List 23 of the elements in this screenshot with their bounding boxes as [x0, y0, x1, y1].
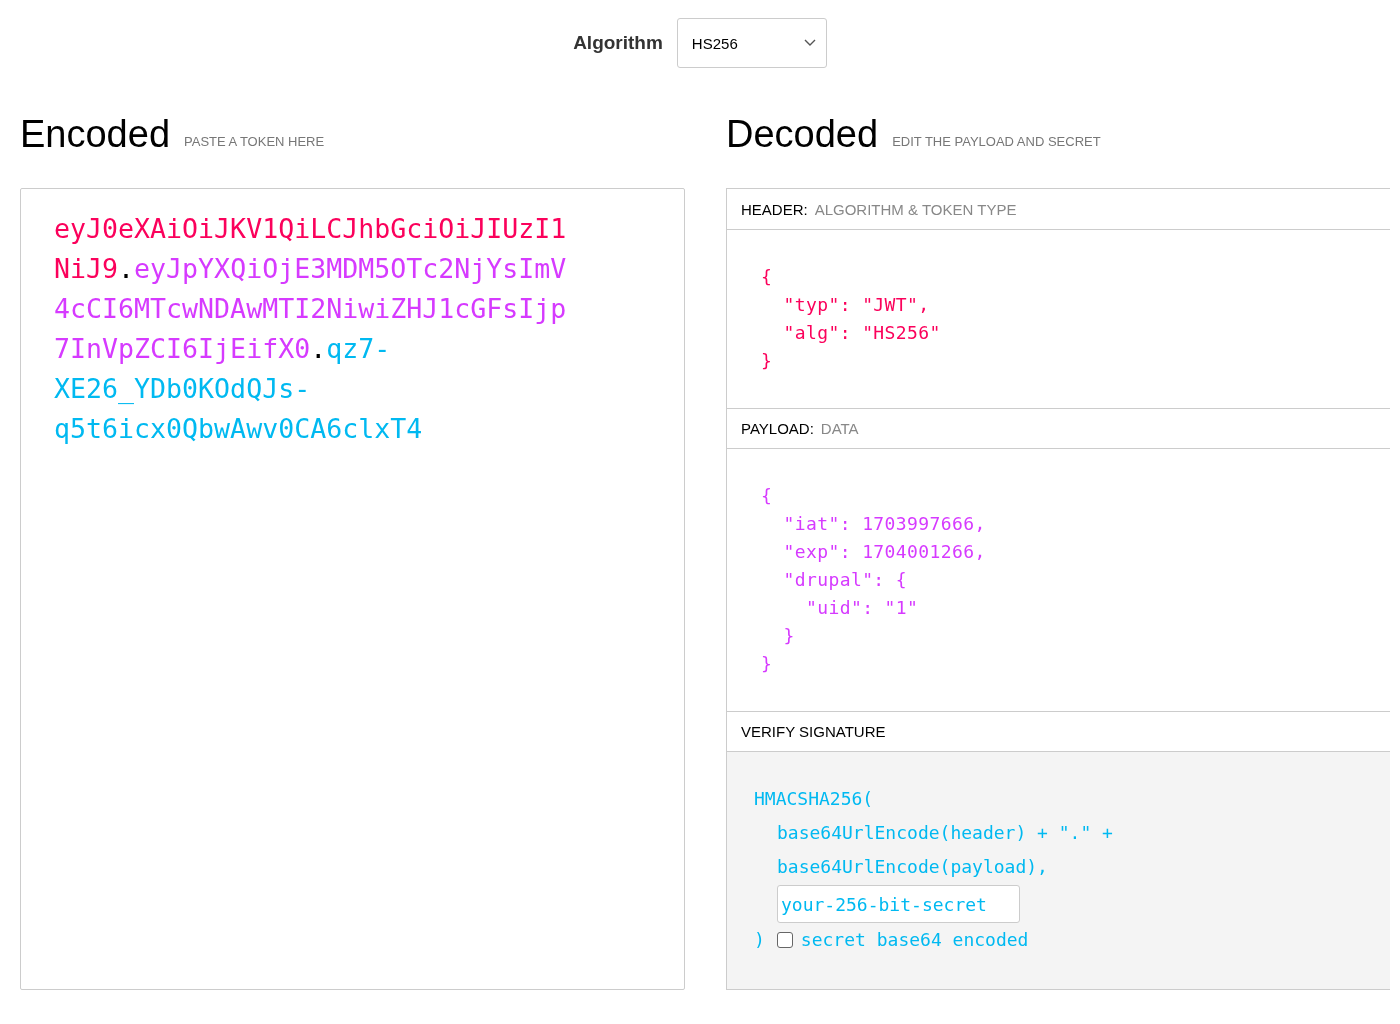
signature-code-line: base64UrlEncode(payload),	[776, 855, 1049, 879]
decoded-subtitle: EDIT THE PAYLOAD AND SECRET	[892, 134, 1101, 151]
checkbox-label: secret base64 encoded	[800, 928, 1029, 952]
section-label: VERIFY SIGNATURE	[741, 723, 886, 740]
signature-code-line: base64UrlEncode(header) + "." +	[776, 821, 1114, 845]
chevron-down-icon	[803, 39, 816, 47]
json-editor[interactable]: { "typ": "JWT", "alg": "HS256" }	[761, 263, 1356, 375]
algorithm-label: Algorithm	[573, 32, 663, 54]
encoded-token: eyJ0eXAiOiJKV1QiLCJhbGciOiJIUzI1NiJ9.eyJpYXQiOjE3MDM5OTc2NjYsImV4cCI6MTcwNDAwMTI2NiwiZHJ1cGFsIjp7InVpZCI6IjEifX0.qz7-XE26_YDb0KOdQJs-q5t6icx0QbwAwv0CA6clxT4	[54, 212, 567, 446]
section-label: PAYLOAD:	[741, 420, 814, 437]
decoded-title: Decoded	[726, 115, 879, 157]
closing-paren: )	[754, 928, 765, 952]
section-sublabel: ALGORITHM & TOKEN TYPE	[814, 200, 1017, 218]
token-editor[interactable]: eyJ0eXAiOiJKV1QiLCJhbGciOiJIUzI1NiJ9.eyJpYXQiOjE3MDM5OTc2NjYsImV4cCI6MTcwNDAwMTI2NiwiZHJ1cGFsIjp7InVpZCI6IjEifX0.qz7-XE26_YDb0KOdQJs-q5t6icx0QbwAwv0CA6clxT4	[20, 188, 685, 990]
section-sublabel: DATA	[820, 420, 859, 437]
encoded-subtitle: PASTE A TOKEN HERE	[184, 134, 325, 151]
section-label: HEADER:	[741, 200, 808, 218]
signature-function: HMACSHA256(	[754, 787, 875, 811]
encoded-title: Encoded	[20, 115, 170, 157]
algorithm-select[interactable]: HS256	[676, 18, 827, 68]
base64-checkbox[interactable]	[776, 932, 793, 948]
json-editor[interactable]: { "iat": 1703997666, "exp": 1704001266, "drupal": { "uid": "1" } }	[761, 482, 1356, 678]
secret-input[interactable]: your-256-bit-secret	[777, 885, 1020, 923]
